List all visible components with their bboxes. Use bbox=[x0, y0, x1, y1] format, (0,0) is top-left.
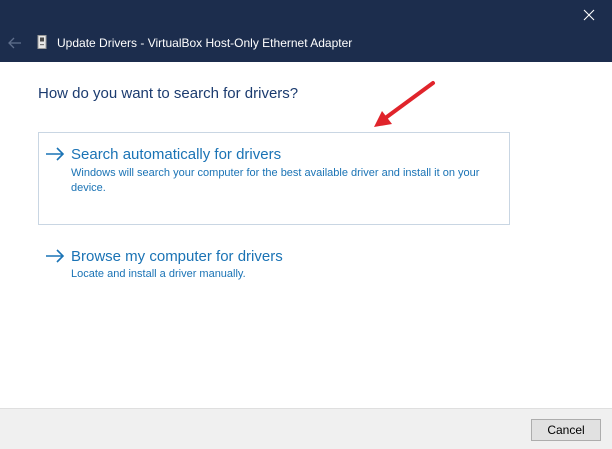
page-heading: How do you want to search for drivers? bbox=[38, 85, 299, 102]
device-icon bbox=[37, 35, 47, 49]
option-description: Locate and install a driver manually. bbox=[71, 268, 246, 280]
cancel-button[interactable]: Cancel bbox=[531, 419, 601, 441]
search-automatically-option[interactable]: Search automatically for drivers Windows… bbox=[38, 132, 510, 225]
red-pointer-arrow-icon bbox=[374, 81, 435, 127]
back-button[interactable] bbox=[4, 32, 26, 54]
browse-computer-option[interactable]: Browse my computer for drivers Locate an… bbox=[38, 238, 510, 288]
close-button[interactable] bbox=[566, 0, 612, 30]
right-arrow-icon bbox=[46, 249, 65, 263]
right-arrow-icon bbox=[46, 147, 65, 161]
option-description: Windows will search your computer for th… bbox=[71, 167, 480, 194]
option-title: Search automatically for drivers bbox=[71, 146, 282, 163]
dialog-footer: Cancel bbox=[0, 408, 612, 449]
title-bar: Update Drivers - VirtualBox Host-Only Et… bbox=[0, 0, 612, 62]
update-drivers-dialog: Update Drivers - VirtualBox Host-Only Et… bbox=[0, 0, 612, 449]
back-arrow-icon bbox=[8, 37, 21, 49]
window-title: Update Drivers - VirtualBox Host-Only Et… bbox=[57, 36, 353, 50]
close-icon bbox=[583, 9, 595, 21]
option-title: Browse my computer for drivers bbox=[71, 248, 283, 265]
